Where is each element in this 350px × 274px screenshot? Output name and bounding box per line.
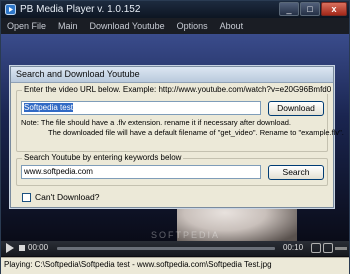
status-text: Playing: C:\Softpedia\Softpedia test - w… [4,260,272,269]
maximize-button[interactable]: □ [300,2,320,16]
title-bar[interactable]: PB Media Player v. 1.0.152 _ □ x [1,1,349,18]
url-group-caption: Enter the video URL below. Example: http… [22,85,334,94]
seek-slider[interactable] [57,247,275,250]
search-group-caption: Search Youtube by entering keywords belo… [22,153,184,162]
time-elapsed: 00:00 [28,243,49,252]
menu-bar: Open File Main Download Youtube Options … [1,18,349,34]
play-icon[interactable] [6,243,14,253]
url-input-value: Softpedia test [24,103,73,112]
note-line-1: Note: The file should have a .flv extens… [21,118,292,127]
app-icon [5,4,16,15]
search-button[interactable]: Search [268,165,324,180]
fullscreen-icon[interactable] [311,243,321,253]
stop-icon[interactable] [19,245,25,251]
menu-download-youtube[interactable]: Download Youtube [84,18,171,34]
speaker-icon[interactable] [323,243,333,253]
cant-download-label[interactable]: Can't Download? [35,192,99,202]
close-button[interactable]: x [321,2,347,16]
dialog-title: Search and Download Youtube [16,69,140,79]
cant-download-checkbox[interactable] [22,193,31,202]
volume-slider[interactable] [335,247,347,250]
download-button[interactable]: Download [268,101,324,116]
download-dialog: Search and Download Youtube Enter the vi… [10,66,344,208]
menu-options[interactable]: Options [171,18,214,34]
dialog-title-bar[interactable]: Search and Download Youtube [11,67,333,83]
time-total: 00:10 [283,243,304,252]
playback-controls: 00:00 00:10 [1,241,349,256]
minimize-button[interactable]: _ [279,2,299,16]
menu-about[interactable]: About [214,18,250,34]
window-controls: _ □ x [279,2,347,17]
menu-main[interactable]: Main [52,18,84,34]
menu-open-file[interactable]: Open File [1,18,52,34]
url-input[interactable]: Softpedia test [21,101,261,115]
watermark: SOFTPEDIA [151,230,221,240]
search-input[interactable]: www.softpedia.com [21,165,261,179]
window-title: PB Media Player v. 1.0.152 [20,4,141,15]
status-bar: Playing: C:\Softpedia\Softpedia test - w… [1,257,349,274]
note-line-2: The downloaded file will have a default … [48,128,344,137]
